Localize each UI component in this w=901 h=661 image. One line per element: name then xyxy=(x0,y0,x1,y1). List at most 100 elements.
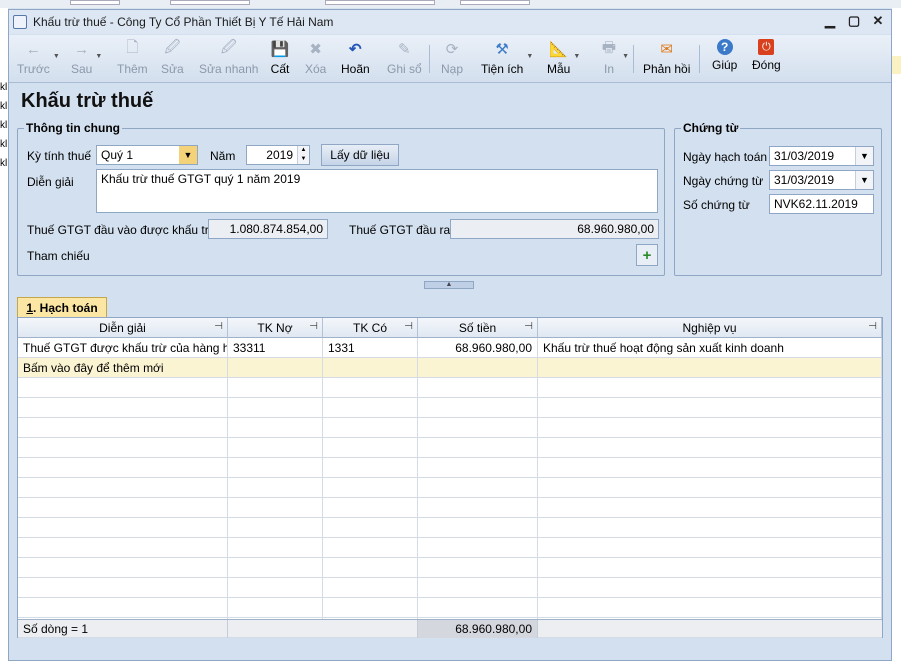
previous-button[interactable]: ← Trước ▼ xyxy=(17,39,60,81)
envelope-icon: ✉ xyxy=(660,41,673,58)
spin-arrows-icon[interactable]: ▲ ▼ xyxy=(297,146,309,164)
pin-icon[interactable]: ⊣ xyxy=(214,321,223,332)
empty-row xyxy=(18,378,882,398)
reference-label: Tham chiếu xyxy=(27,249,90,263)
table-row[interactable]: Thuế GTGT được khấu trừ của hàng hó 3331… xyxy=(18,338,882,358)
amount-total: 68.960.980,00 xyxy=(418,620,538,638)
save-icon: 💾 xyxy=(270,41,290,58)
minimize-button[interactable]: ▁ xyxy=(823,13,837,29)
close-button[interactable]: ✕ xyxy=(871,13,885,29)
voucher-title: Chứng từ xyxy=(681,121,741,135)
year-stepper[interactable]: 2019 ▲ ▼ xyxy=(246,145,310,165)
general-info-title: Thông tin chung xyxy=(24,121,122,135)
arrow-right-icon: → xyxy=(74,40,90,58)
vat-output-amount: 68.960.980,00 xyxy=(450,219,659,239)
toolbar: ← Trước ▼ → Sau ▼ 🗋 Thêm 🖉 Sửa 🖉 Sửa nhanh 💾 Cất… xyxy=(9,35,891,83)
voucher-date-picker[interactable]: 31/03/2019 ▼ xyxy=(769,170,874,190)
empty-row xyxy=(18,518,882,538)
row-count: Số dòng = 1 xyxy=(18,620,228,638)
column-header-amount[interactable]: Số tiền ⊣ xyxy=(418,318,538,338)
dropdown-arrow-icon[interactable]: ▼ xyxy=(95,53,102,60)
title-bar[interactable]: Khấu trừ thuế - Công Ty Cổ Phần Thiết Bị… xyxy=(9,10,891,34)
dropdown-arrow-icon[interactable]: ▼ xyxy=(573,53,580,60)
add-new-row-text[interactable]: Bấm vào đây để thêm mới xyxy=(18,358,228,378)
reload-icon: ⟳ xyxy=(445,41,459,58)
save-button[interactable]: 💾 Cất xyxy=(270,39,290,81)
column-header-debit-account[interactable]: TK Nợ ⊣ xyxy=(228,318,323,338)
arrow-left-icon: ← xyxy=(25,40,41,58)
help-button[interactable]: ? Giúp xyxy=(712,39,737,81)
collapse-splitter[interactable]: ▲ xyxy=(424,281,474,289)
general-info-group: Thông tin chung Kỳ tính thuế Quý 1 ▼ Năm… xyxy=(17,121,665,276)
new-document-icon: 🗋 xyxy=(126,38,139,56)
post-button[interactable]: ✎ Ghi sổ xyxy=(387,39,422,81)
print-button[interactable]: 🖶 In ▼ xyxy=(599,39,629,81)
cell-operation[interactable]: Khấu trừ thuế hoạt động sản xuất kinh do… xyxy=(538,338,882,358)
background-app-right xyxy=(892,8,901,661)
page-title: Khấu trừ thuế xyxy=(21,90,154,112)
tax-deduction-window: Khấu trừ thuế - Công Ty Cổ Phần Thiết Bị… xyxy=(8,9,892,661)
quick-edit-icon: 🖉 xyxy=(220,38,237,56)
column-header-credit-account[interactable]: TK Có ⊣ xyxy=(323,318,418,338)
cell-debit-account[interactable]: 33311 xyxy=(228,338,323,358)
tab-accounting[interactable]: 1. Hạch toán xyxy=(17,297,107,318)
tax-period-combo[interactable]: Quý 1 ▼ xyxy=(96,145,198,165)
empty-row xyxy=(18,438,882,458)
next-button[interactable]: → Sau ▼ xyxy=(71,39,102,81)
vat-input-amount: 1.080.874.854,00 xyxy=(208,219,328,239)
description-label: Diễn giải xyxy=(27,175,74,189)
add-button[interactable]: 🗋 Thêm xyxy=(117,39,148,81)
feedback-button[interactable]: ✉ Phản hồi xyxy=(643,39,690,81)
chevron-down-icon[interactable]: ▼ xyxy=(855,147,873,165)
empty-row xyxy=(18,558,882,578)
pin-icon[interactable]: ⊣ xyxy=(404,321,413,332)
toolbar-separator xyxy=(699,45,700,73)
template-button[interactable]: 📐 Mẫu ▼ xyxy=(547,39,580,81)
utilities-button[interactable]: ⚒ Tiện ích ▼ xyxy=(481,39,533,81)
dropdown-arrow-icon[interactable]: ▼ xyxy=(526,53,533,60)
empty-row xyxy=(18,458,882,478)
undo-icon: ↶ xyxy=(349,41,362,58)
delete-button[interactable]: ✖ Xóa xyxy=(305,39,326,81)
add-reference-button[interactable]: + xyxy=(636,244,658,266)
empty-row xyxy=(18,478,882,498)
year-label: Năm xyxy=(210,149,236,163)
dropdown-arrow-icon[interactable]: ▼ xyxy=(622,53,629,60)
app-icon xyxy=(13,15,27,29)
column-header-operation[interactable]: Nghiệp vụ ⊣ xyxy=(538,318,882,338)
tax-period-label: Kỳ tính thuế xyxy=(27,149,92,163)
background-app-strip xyxy=(0,0,901,8)
quick-edit-button[interactable]: 🖉 Sửa nhanh xyxy=(199,39,258,81)
voucher-group: Chứng từ Ngày hạch toán 31/03/2019 ▼ Ngà… xyxy=(674,121,882,276)
voucher-number-input[interactable]: NVK62.11.2019 xyxy=(769,194,874,214)
power-icon: ⏻ xyxy=(758,39,775,55)
description-input[interactable]: Khấu trừ thuế GTGT quý 1 năm 2019 xyxy=(96,169,658,213)
pin-icon[interactable]: ⊣ xyxy=(868,321,877,332)
delete-icon: ✖ xyxy=(309,41,322,58)
posting-date-picker[interactable]: 31/03/2019 ▼ xyxy=(769,146,874,166)
chevron-down-icon[interactable]: ▼ xyxy=(179,146,197,164)
fetch-data-button[interactable]: Lấy dữ liệu xyxy=(321,144,399,166)
edit-button[interactable]: 🖉 Sửa xyxy=(161,39,184,81)
cell-description[interactable]: Thuế GTGT được khấu trừ của hàng hó xyxy=(18,338,228,358)
help-icon: ? xyxy=(716,39,733,55)
edit-icon: 🖉 xyxy=(164,38,181,56)
empty-row xyxy=(18,598,882,618)
vat-output-label: Thuế GTGT đầu ra xyxy=(349,223,451,237)
cell-amount[interactable]: 68.960.980,00 xyxy=(418,338,538,358)
column-header-description[interactable]: Diễn giải ⊣ xyxy=(18,318,228,338)
cell-credit-account[interactable]: 1331 xyxy=(323,338,418,358)
window-title: Khấu trừ thuế - Công Ty Cổ Phần Thiết Bị… xyxy=(33,15,334,29)
chevron-down-icon[interactable]: ▼ xyxy=(855,171,873,189)
cancel-button[interactable]: ↶ Hoãn xyxy=(341,39,370,81)
accounting-grid: Diễn giải ⊣ TK Nợ ⊣ TK Có ⊣ Số tiền ⊣ Nghiệp… xyxy=(17,317,883,638)
close-form-button[interactable]: ⏻ Đóng xyxy=(752,39,781,81)
pin-icon[interactable]: ⊣ xyxy=(524,321,533,332)
pin-icon[interactable]: ⊣ xyxy=(309,321,318,332)
maximize-button[interactable]: ▢ xyxy=(847,13,861,29)
add-new-row[interactable]: Bấm vào đây để thêm mới xyxy=(18,358,882,378)
reload-button[interactable]: ⟳ Nạp xyxy=(441,39,463,81)
voucher-number-label: Số chứng từ xyxy=(683,198,750,212)
dropdown-arrow-icon[interactable]: ▼ xyxy=(53,53,60,60)
toolbar-separator xyxy=(429,45,430,73)
